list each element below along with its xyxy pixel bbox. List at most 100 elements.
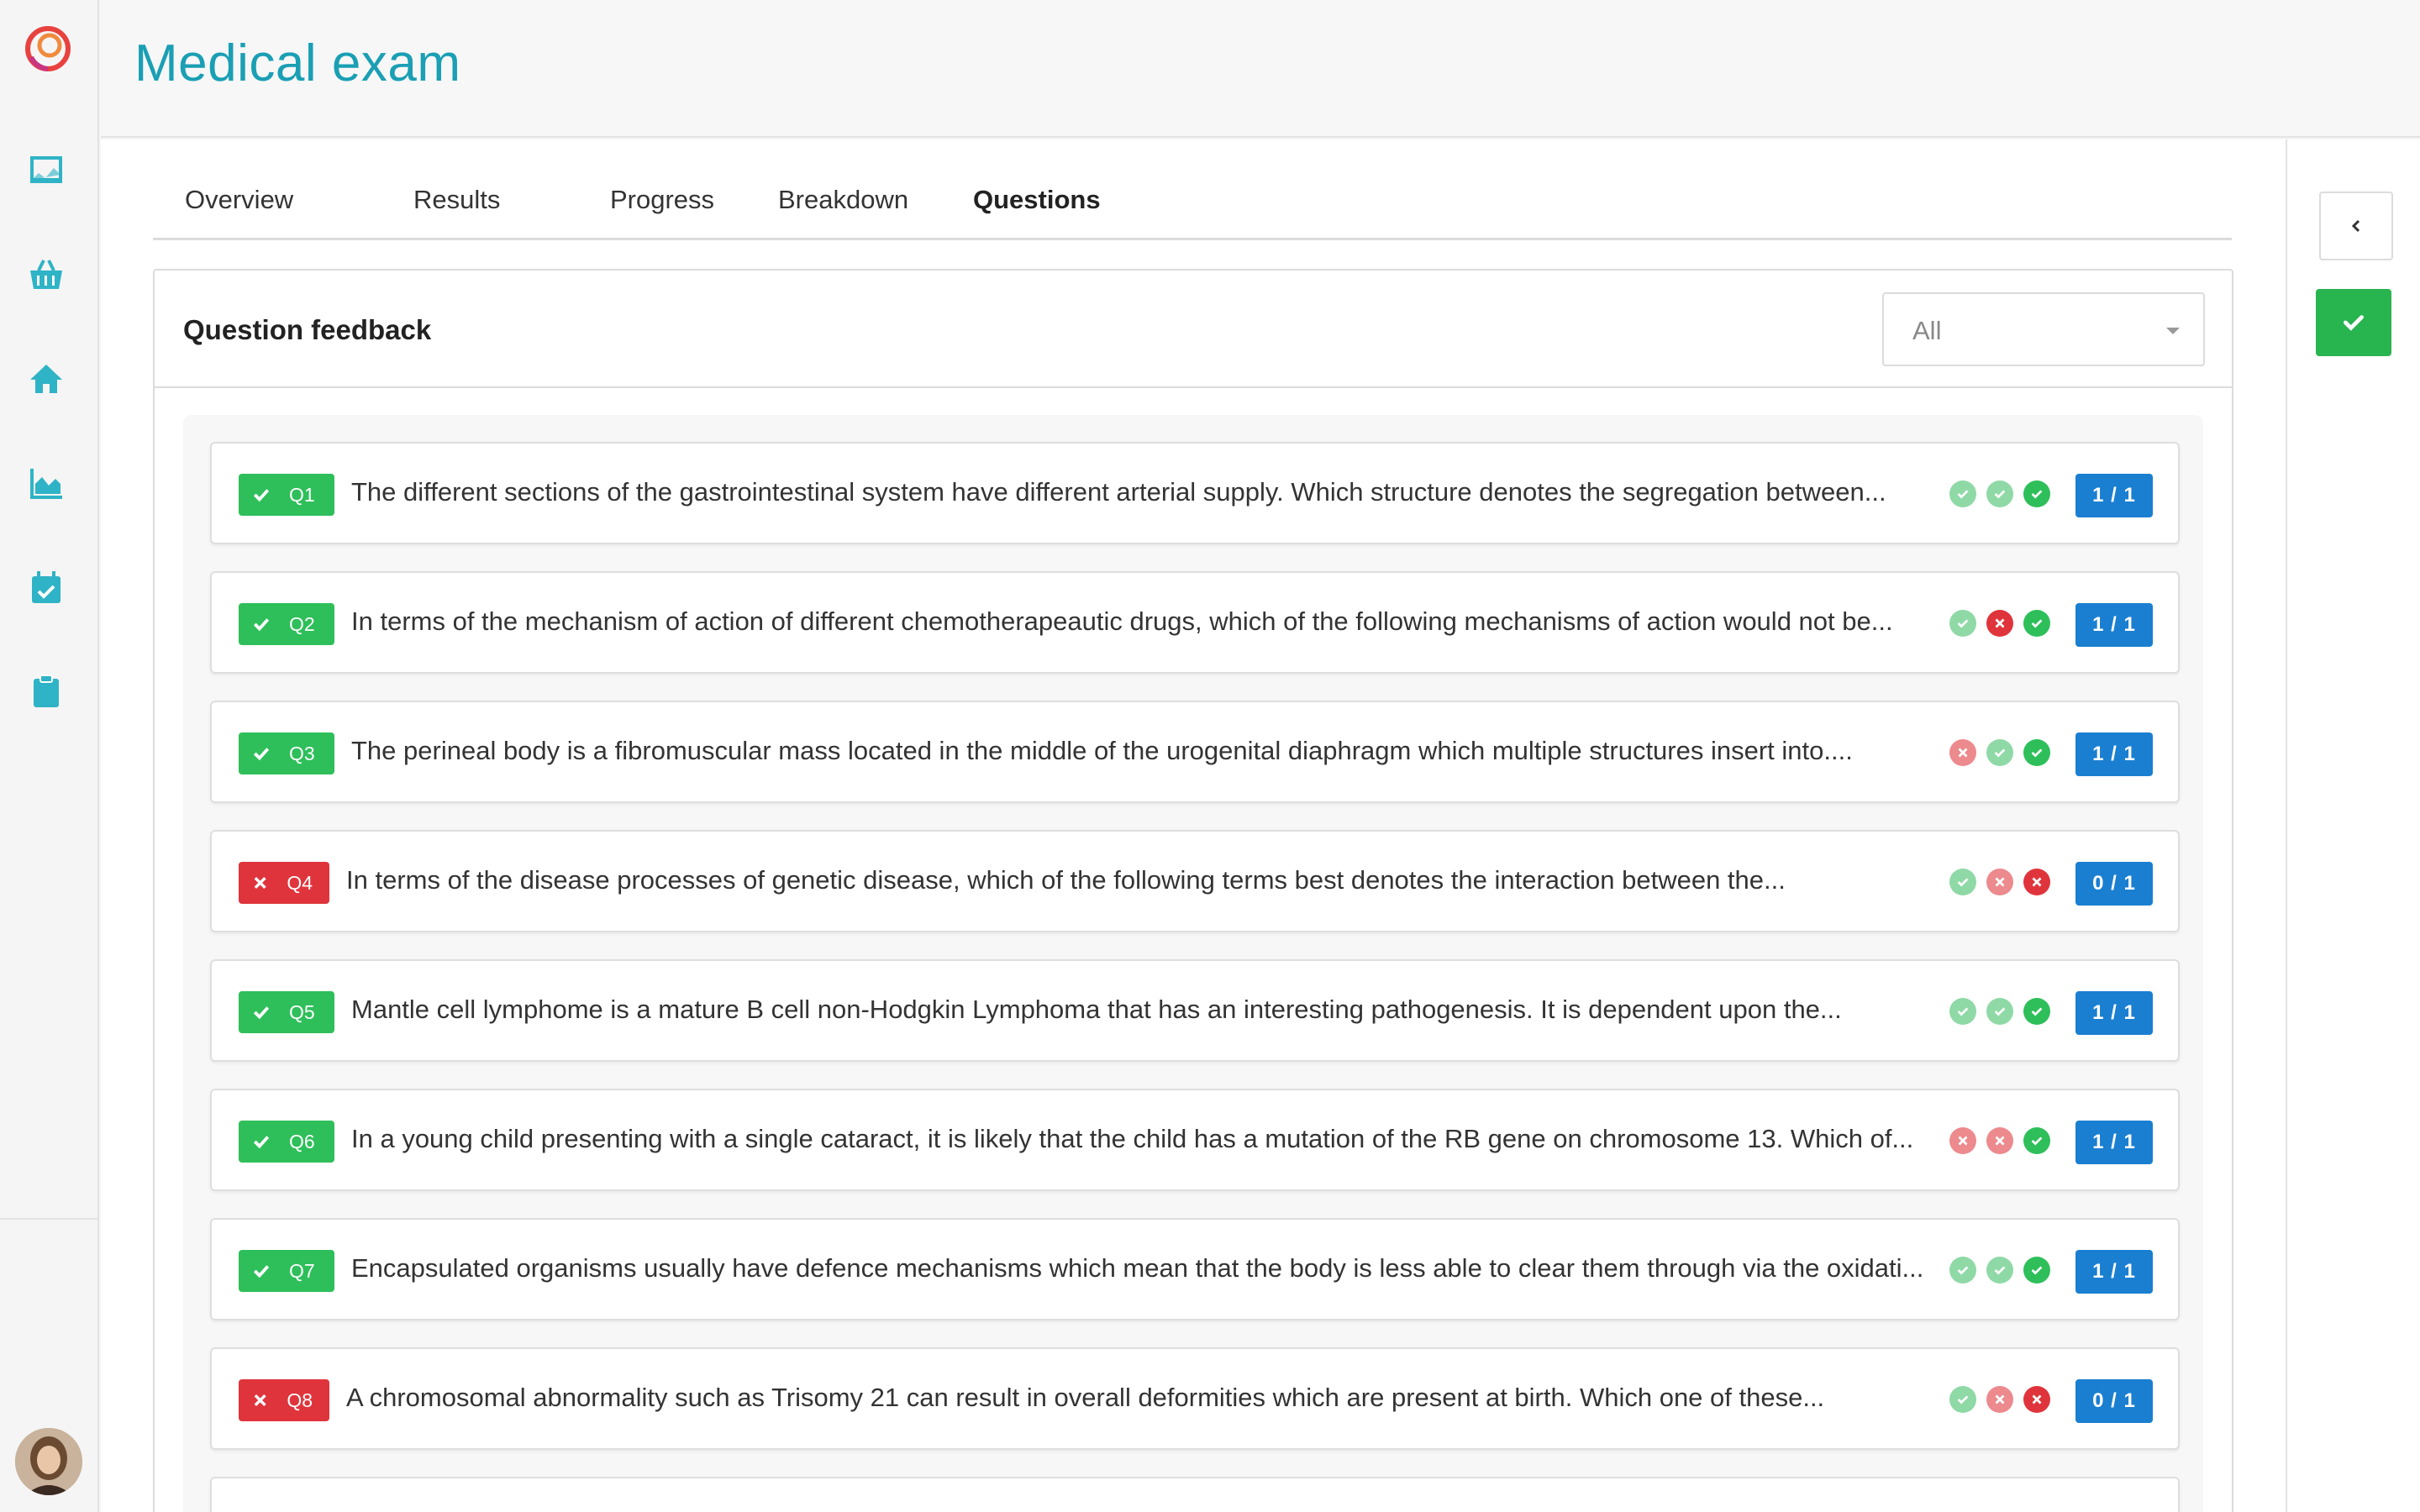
score-badge: 1 / 1 (2075, 732, 2153, 776)
question-number: Q5 (289, 1000, 315, 1023)
correct-badge: Q5 (239, 991, 334, 1033)
avatar[interactable] (15, 1428, 82, 1495)
question-row[interactable]: Q5 Mantle cell lymphome is a mature B cel… (210, 959, 2180, 1062)
attempt-correct-icon (2023, 480, 2050, 507)
check-icon (253, 1136, 270, 1149)
area-chart-icon[interactable] (20, 457, 72, 509)
attempt-history (1949, 1257, 2050, 1284)
question-row[interactable]: Q7 Encapsulated organisms usually have de… (210, 1218, 2180, 1320)
tab-breakdown[interactable]: Breakdown (778, 185, 908, 215)
question-row[interactable]: Q8 A chromosomal abnormality such as Tris… (210, 1347, 2180, 1450)
question-text: In terms of the mechanism of action of d… (351, 606, 1893, 636)
check-icon (253, 489, 270, 502)
check-icon (253, 1265, 270, 1278)
attempt-correct-icon (1949, 998, 1976, 1025)
attempt-incorrect-icon (1986, 1127, 2013, 1154)
question-text: In terms of the disease processes of gen… (346, 865, 1786, 895)
question-number: Q7 (289, 1259, 315, 1282)
panel-title: Question feedback (183, 314, 432, 345)
attempt-correct-icon (1986, 739, 2013, 766)
attempt-incorrect-icon (1986, 869, 2013, 895)
check-icon (2344, 315, 2364, 331)
question-row[interactable]: Q6 In a young child presenting with a sin… (210, 1089, 2180, 1191)
attempt-history (1949, 1386, 2050, 1413)
score-badge: 1 / 1 (2075, 474, 2153, 517)
panel-header: Question feedback All (155, 270, 2232, 388)
calendar-check-icon[interactable] (20, 561, 72, 613)
confirm-button[interactable] (2316, 289, 2391, 356)
tab-results[interactable]: Results (413, 185, 500, 215)
attempt-correct-icon (2023, 610, 2050, 637)
attempt-incorrect-icon (1986, 610, 2013, 637)
question-row[interactable]: Q2 In terms of the mechanism of action of… (210, 571, 2180, 674)
collapse-button[interactable] (2319, 192, 2393, 260)
filter-select[interactable]: All (1882, 292, 2205, 366)
page-title: Medical exam (134, 34, 461, 92)
attempt-correct-icon (1949, 1386, 1976, 1413)
attempt-correct-icon (1949, 869, 1976, 895)
question-number: Q1 (289, 483, 315, 506)
tab-overview[interactable]: Overview (185, 185, 293, 215)
score-badge: 1 / 1 (2075, 603, 2153, 647)
chevron-left-icon (2351, 219, 2360, 233)
question-text: The different sections of the gastrointe… (351, 477, 1886, 507)
check-icon (253, 748, 270, 761)
attempt-correct-icon (1949, 610, 1976, 637)
question-number: Q6 (289, 1130, 315, 1152)
attempt-history (1949, 610, 2050, 637)
attempt-correct-icon (1986, 480, 2013, 507)
attempt-correct-icon (2023, 739, 2050, 766)
question-row[interactable]: Q3 The perineal body is a fibromuscular m… (210, 701, 2180, 803)
attempt-history (1949, 739, 2050, 766)
home-icon[interactable] (20, 353, 72, 405)
close-icon (254, 1394, 266, 1406)
sidebar-divider (0, 1218, 99, 1220)
question-number: Q4 (287, 871, 313, 894)
score-badge: 0 / 1 (2075, 1379, 2153, 1423)
question-row[interactable]: Q4 In terms of the disease processes of g… (210, 830, 2180, 932)
left-sidebar (0, 0, 99, 1512)
clipboard-icon[interactable] (20, 665, 72, 717)
attempt-history (1949, 869, 2050, 895)
tab-progress[interactable]: Progress (610, 185, 714, 215)
logo-icon[interactable] (23, 24, 73, 74)
attempt-incorrect-icon (2023, 1386, 2050, 1413)
correct-badge: Q1 (239, 474, 334, 516)
question-number: Q3 (289, 742, 315, 764)
correct-badge: Q7 (239, 1250, 334, 1292)
incorrect-badge: Q8 (239, 1379, 329, 1421)
attempt-history (1949, 480, 2050, 507)
caret-down-icon (2166, 328, 2180, 334)
question-row[interactable] (210, 1477, 2180, 1512)
score-badge: 1 / 1 (2075, 1121, 2153, 1164)
incorrect-badge: Q4 (239, 862, 329, 904)
right-panel (2286, 139, 2420, 1512)
question-text: The perineal body is a fibromuscular mas… (351, 736, 1853, 765)
attempt-correct-icon (2023, 998, 2050, 1025)
main-content: Overview Results Progress Breakdown Ques… (101, 139, 2286, 1512)
check-icon (253, 1006, 270, 1020)
attempt-incorrect-icon (1949, 739, 1976, 766)
filter-value: All (1912, 316, 1942, 345)
page-header: Medical exam (101, 0, 2420, 138)
attempt-correct-icon (1949, 480, 1976, 507)
correct-badge: Q2 (239, 603, 334, 645)
close-icon (254, 877, 266, 889)
attempt-history (1949, 998, 2050, 1025)
question-number: Q8 (287, 1389, 313, 1411)
attempt-incorrect-icon (2023, 869, 2050, 895)
attempt-correct-icon (2023, 1127, 2050, 1154)
question-feedback-panel: Question feedback All Q1 The different se… (153, 269, 2233, 1512)
question-number: Q2 (289, 612, 315, 635)
presentation-icon[interactable] (20, 144, 72, 197)
question-text: In a young child presenting with a singl… (351, 1124, 1914, 1153)
tab-questions[interactable]: Questions (973, 185, 1101, 215)
question-text: A chromosomal abnormality such as Trisom… (346, 1383, 1825, 1412)
score-badge: 1 / 1 (2075, 991, 2153, 1035)
question-row[interactable]: Q1 The different sections of the gastroin… (210, 442, 2180, 544)
question-list: Q1 The different sections of the gastroin… (183, 415, 2203, 1512)
attempt-incorrect-icon (1986, 1386, 2013, 1413)
attempt-correct-icon (1949, 1257, 1976, 1284)
tab-bar: Overview Results Progress Breakdown Ques… (153, 139, 2232, 240)
basket-icon[interactable] (20, 249, 72, 301)
